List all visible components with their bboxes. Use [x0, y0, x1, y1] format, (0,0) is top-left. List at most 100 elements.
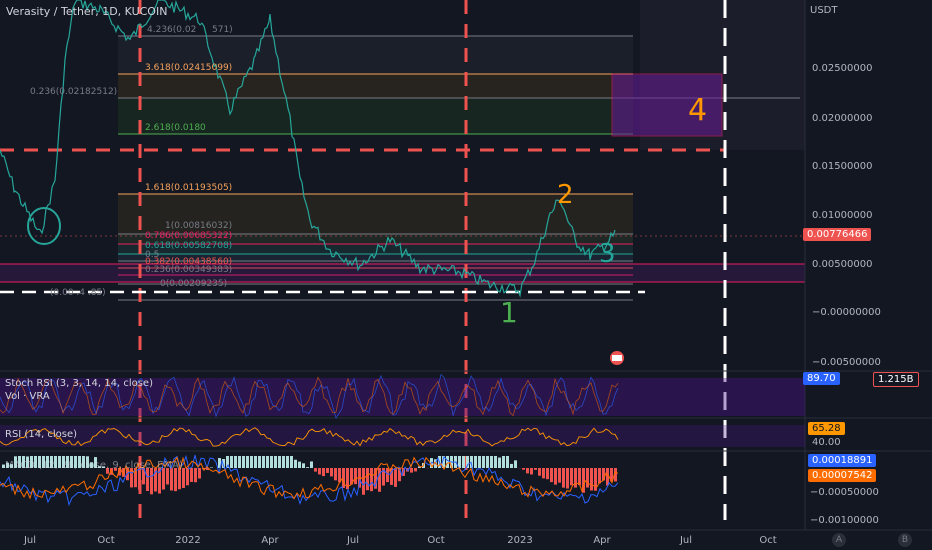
macd-bar — [274, 456, 277, 468]
wave-label-1: 1 — [500, 296, 518, 329]
macd-bar — [322, 468, 325, 477]
price-tick-label: 0.01000000 — [812, 210, 872, 221]
macd-bar — [514, 460, 517, 468]
macd-bar — [594, 468, 597, 491]
macd-bar — [326, 468, 329, 473]
macd-value-2: 0.00007542 — [808, 469, 877, 482]
time-tick-label: Oct — [759, 535, 776, 546]
time-tick-label: Jul — [679, 535, 692, 546]
macd-bar — [494, 456, 497, 468]
price-tick-label: 0.00500000 — [812, 259, 872, 270]
macd-bar — [586, 468, 589, 488]
time-tick-label: Jul — [346, 535, 359, 546]
macd-bar — [558, 468, 561, 483]
time-tick-label: 2022 — [175, 535, 200, 546]
macd-bar — [286, 456, 289, 468]
macd-bar — [362, 468, 365, 495]
rsi-value: 65.28 — [808, 422, 845, 435]
log-scale-button[interactable]: B — [898, 533, 912, 547]
price-tick-label: 0.02000000 — [812, 113, 872, 124]
macd-bar — [258, 456, 261, 468]
auto-scale-button[interactable]: A — [832, 533, 846, 547]
macd-bar — [478, 456, 481, 468]
macd-bar — [538, 468, 541, 476]
fib-label-0786: 0.786(0.00685322) — [145, 231, 232, 241]
macd-bar — [246, 456, 249, 468]
macd-bar — [262, 456, 265, 468]
time-tick-label: Apr — [593, 535, 611, 546]
macd-bar — [598, 468, 601, 484]
macd-bar — [290, 456, 293, 468]
time-tick-label: Oct — [97, 535, 114, 546]
macd-bar — [462, 456, 465, 468]
macd-bar — [378, 468, 381, 492]
macd-bar — [270, 456, 273, 468]
volume-value: 1.215B — [873, 372, 919, 387]
macd-bar — [590, 468, 593, 491]
flag-icon-inner — [612, 355, 622, 361]
macd-bar — [170, 468, 173, 491]
macd-bar — [334, 468, 337, 481]
currency-label: USDT — [810, 5, 838, 16]
stoch-rsi-value: 89.70 — [803, 372, 840, 385]
fib-label-partial: (0.00 .4 .85) — [50, 288, 106, 298]
macd-bar — [414, 468, 417, 472]
fib-label-0: 0(0.00209235) — [160, 279, 227, 289]
fib-label-4236b: 571) — [212, 25, 233, 35]
macd-bar — [566, 468, 569, 489]
macd-bar — [490, 456, 493, 468]
macd-bar — [298, 461, 301, 468]
macd-bar — [242, 456, 245, 468]
fib-label-0236: 0.236(0.00349383) — [145, 265, 232, 275]
fib-label-0236-top: 0.236(0.02182512) — [30, 87, 117, 97]
macd-bar — [278, 456, 281, 468]
macd-bar — [146, 468, 149, 492]
macd-bar — [210, 467, 213, 468]
macd-bar — [282, 456, 285, 468]
time-tick-label: Jul — [23, 535, 36, 546]
macd-bar — [266, 456, 269, 468]
rsi-level-40: 40.00 — [812, 437, 841, 448]
wave-label-2: 2 — [557, 180, 574, 210]
wave-label-4: 4 — [688, 93, 707, 128]
rsi-label[interactable]: RSI (14, close) — [5, 429, 77, 440]
macd-bar — [486, 456, 489, 468]
macd-bar — [526, 468, 529, 474]
macd-tick-2: −0.00100000 — [810, 515, 879, 526]
macd-bar — [354, 468, 357, 485]
macd-bar — [306, 467, 309, 468]
macd-bar — [318, 468, 321, 475]
macd-bar — [310, 461, 313, 468]
stoch-rsi-label[interactable]: Stoch RSI (3, 3, 14, 14, close) — [5, 378, 153, 389]
macd-label[interactable]: MACD (12, 26, close, 9, close, EMA) — [5, 460, 183, 471]
macd-bar — [542, 468, 545, 479]
price-tick-label: 0.02500000 — [812, 63, 872, 74]
macd-bar — [446, 456, 449, 468]
macd-bar — [570, 468, 573, 486]
macd-bar — [254, 456, 257, 468]
volume-label[interactable]: Vol · VRA — [5, 391, 50, 402]
macd-bar — [178, 468, 181, 490]
macd-bar — [410, 468, 413, 473]
macd-bar — [502, 456, 505, 468]
time-tick-label: Apr — [261, 535, 279, 546]
macd-bar — [230, 456, 233, 468]
symbol-title[interactable]: Verasity / Tether, 1D, KUCOIN — [6, 5, 167, 18]
macd-bar — [386, 468, 389, 483]
macd-bar — [150, 468, 153, 495]
macd-bar — [138, 468, 141, 490]
macd-bar — [510, 463, 513, 468]
time-tick-label: 2023 — [507, 535, 532, 546]
macd-tick-1: −0.00050000 — [810, 487, 879, 498]
current-price-badge: 0.00776466 — [803, 228, 872, 241]
macd-bar — [562, 468, 565, 488]
macd-bar — [250, 456, 253, 468]
macd-bar — [194, 468, 197, 483]
macd-bar — [370, 468, 373, 492]
support-zone — [0, 264, 805, 282]
macd-bar — [506, 456, 509, 468]
macd-bar — [522, 468, 525, 470]
time-tick-label: Oct — [427, 535, 444, 546]
macd-value-1: 0.00018891 — [808, 454, 877, 467]
macd-bar — [498, 457, 501, 468]
